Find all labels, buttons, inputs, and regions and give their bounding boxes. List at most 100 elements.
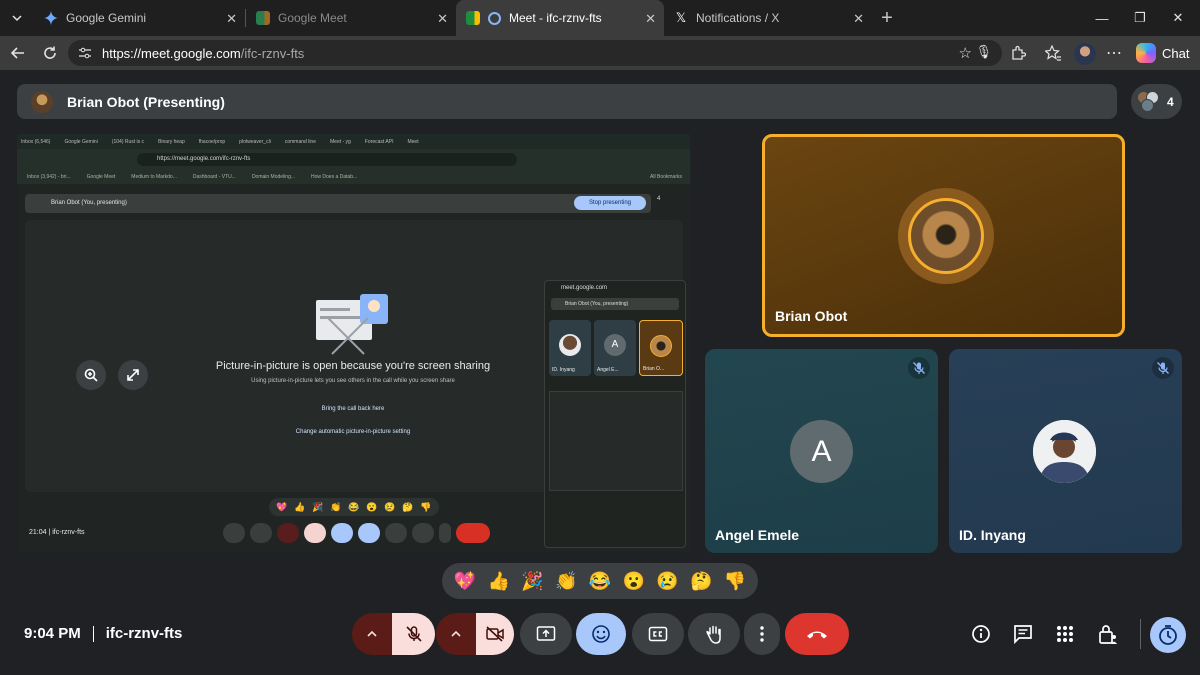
shared-tab: plotweaver_cli (239, 138, 271, 145)
participants-button[interactable]: 4 (1131, 84, 1182, 119)
chat-button[interactable] (1011, 622, 1035, 646)
timer-button[interactable] (1150, 617, 1186, 653)
meeting-time: 9:04 PM (24, 625, 81, 642)
shared-pip-tile: Brian O... (639, 320, 683, 376)
shared-tab: Binary heap (158, 138, 185, 145)
shared-tab: fhacoe/prop (198, 138, 226, 145)
participant-name: Brian Obot (775, 308, 848, 324)
shared-reaction: 🎉 (312, 501, 324, 512)
close-window-button[interactable]: ✕ (1160, 0, 1196, 36)
shared-control (250, 523, 272, 543)
mic-toggle-button[interactable] (392, 613, 435, 655)
reload-button[interactable] (34, 37, 66, 69)
zoom-icon[interactable] (76, 360, 106, 390)
reaction-surprised[interactable]: 😮 (623, 571, 645, 592)
more-options-control (744, 613, 780, 655)
shared-address-bar: https://meet.google.com/ifc-rznv-fts (17, 149, 690, 171)
reaction-sad[interactable]: 😢 (656, 571, 678, 592)
reaction-thumbs-down[interactable]: 👎 (724, 571, 746, 592)
star-icon[interactable]: ☆ (959, 44, 972, 62)
shared-bookmark: Dashboard - VTU... (192, 174, 236, 180)
leave-call-button[interactable] (785, 613, 849, 655)
camera-toggle-button[interactable] (476, 613, 514, 655)
profile-avatar[interactable] (1074, 43, 1096, 65)
extensions-icon[interactable] (1008, 43, 1028, 63)
lock-person-icon (1099, 625, 1117, 644)
reaction-thumbs-up[interactable]: 👍 (487, 571, 509, 592)
tab-meet-active[interactable]: Meet - ifc-rznv-fts ✕ (456, 0, 664, 36)
participant-tile-angel[interactable]: A Angel Emele (705, 349, 938, 553)
shared-pip-subtext: Using picture-in-picture lets you see ot… (251, 378, 455, 384)
x-logo-icon: 𝕏 (675, 10, 687, 25)
shared-bookmark: Inbox (3,942) - bri... (27, 174, 71, 180)
shared-control (385, 523, 407, 543)
tab-notifications-x[interactable]: 𝕏 Notifications / X ✕ (664, 0, 872, 36)
shared-control (331, 523, 353, 543)
reaction-thinking[interactable]: 🤔 (690, 571, 712, 592)
participant-tile-brian[interactable]: Brian Obot (762, 134, 1125, 337)
gemini-icon (44, 11, 58, 25)
presenting-label: Brian Obot (Presenting) (67, 93, 225, 110)
shared-stop-presenting-button: Stop presenting (574, 196, 646, 210)
microphone-icon[interactable]: 🎙 (975, 44, 992, 60)
end-call-icon (807, 631, 827, 639)
back-button[interactable] (2, 37, 34, 69)
shared-control (456, 523, 490, 543)
close-icon[interactable]: ✕ (437, 11, 448, 27)
shared-pip-tile-name: Brian O... (643, 366, 665, 372)
shared-bookmarks-bar: Inbox (3,942) - bri... Google Meet Mediu… (17, 171, 690, 184)
participant-name: ID. Inyang (959, 527, 1026, 543)
present-screen-button[interactable] (520, 613, 572, 655)
shared-reaction: 👏 (330, 501, 342, 512)
minimize-button[interactable]: — (1084, 0, 1120, 36)
reaction-laugh[interactable]: 😂 (589, 571, 611, 592)
meeting-details-button[interactable] (969, 622, 993, 646)
tab-search-button[interactable] (0, 0, 34, 36)
raise-hand-button[interactable] (688, 613, 740, 655)
tab-title: Google Meet (278, 11, 347, 25)
close-icon[interactable]: ✕ (853, 11, 864, 27)
tab-title: Notifications / X (696, 11, 780, 25)
reaction-clap[interactable]: 👏 (555, 571, 577, 592)
reactions-button[interactable] (576, 613, 626, 655)
expand-icon[interactable] (118, 360, 148, 390)
host-controls-button[interactable] (1096, 622, 1120, 646)
shared-tab: Forecast API (364, 138, 394, 145)
favorites-icon[interactable] (1043, 43, 1063, 63)
maximize-button[interactable]: ❐ (1122, 0, 1158, 36)
shared-reaction: 😂 (348, 501, 360, 512)
shared-reaction: 😢 (384, 501, 396, 512)
more-options-button[interactable] (744, 613, 780, 655)
activities-button[interactable] (1053, 622, 1077, 646)
participant-tile-inyang[interactable]: ID. Inyang (949, 349, 1182, 553)
shared-pip-tile-name: Angel E... (597, 367, 619, 373)
video-settings-button[interactable] (436, 613, 476, 655)
tab-google-meet[interactable]: Google Meet ✕ (246, 0, 456, 36)
reaction-party[interactable]: 🎉 (521, 571, 543, 592)
shared-tab: Meet - yg (330, 138, 351, 145)
shared-pip-face (650, 335, 672, 357)
arrow-left-icon (10, 47, 24, 59)
shared-reaction: 👍 (294, 501, 306, 512)
participant-name: Angel Emele (715, 527, 800, 543)
captions-button[interactable] (632, 613, 684, 655)
more-menu-icon[interactable]: ⋯ (1104, 43, 1124, 63)
copilot-chat-button[interactable]: Chat (1136, 41, 1189, 65)
shared-pip-url: meet.google.com (561, 285, 608, 291)
audio-settings-button[interactable] (352, 613, 392, 655)
tab-google-gemini[interactable]: Google Gemini ✕ (34, 0, 245, 36)
shared-control (358, 523, 380, 543)
shared-screen[interactable]: Inbox (6,546) Google Gemini (104) Rust i… (17, 134, 690, 552)
url-bar[interactable]: https://meet.google.com/ifc-rznv-fts ☆ 🎙 (68, 40, 1002, 66)
close-icon[interactable]: ✕ (645, 11, 656, 27)
captions-control (632, 613, 684, 655)
new-tab-button[interactable]: + (872, 0, 902, 36)
shared-bookmark: Google Meet (86, 174, 116, 180)
close-icon[interactable]: ✕ (226, 11, 237, 27)
shared-meeting-code: ifc-rznv-fts (52, 529, 85, 536)
tab-title: Google Gemini (66, 11, 147, 25)
site-info-icon[interactable] (78, 46, 92, 60)
reaction-heart[interactable]: 💖 (454, 571, 476, 592)
chat-label: Chat (1162, 45, 1190, 61)
recording-indicator-icon (488, 11, 501, 25)
